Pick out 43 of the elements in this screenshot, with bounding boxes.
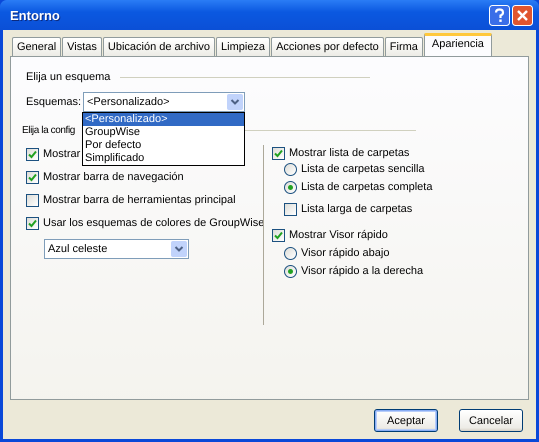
dropdown-option[interactable]: GroupWise — [83, 126, 244, 139]
ok-button[interactable]: Aceptar — [374, 409, 438, 432]
dropdown-option[interactable]: <Personalizado> — [83, 113, 244, 126]
field-label: Esquemas: — [26, 96, 82, 108]
tab[interactable]: Vistas — [62, 37, 102, 56]
checkbox-label: Mostrar lista de carpetas — [289, 147, 410, 159]
help-icon[interactable] — [489, 4, 510, 26]
checkbox-label: Lista larga de carpetas — [301, 203, 412, 215]
tab[interactable]: General — [12, 37, 62, 56]
close-icon[interactable] — [512, 4, 533, 26]
checkbox[interactable] — [26, 194, 39, 206]
radio-label: Lista de carpetas sencilla — [301, 163, 425, 175]
checkbox-label: Mostrar barra de navegación — [43, 171, 184, 183]
checkbox[interactable] — [272, 146, 285, 160]
radio-label: Visor rápido a la derecha — [301, 265, 424, 277]
radio-button[interactable] — [284, 264, 297, 278]
checkbox-label: Mostrar barra de herramientas principal — [43, 194, 236, 206]
dropdown-option[interactable]: Por defecto — [83, 139, 244, 152]
tab[interactable]: Ubicación de archivo — [102, 37, 216, 56]
radio-button[interactable] — [284, 162, 297, 176]
checkbox-label: Mostrar Visor rápido — [289, 229, 388, 241]
radio-label: Visor rápido abajo — [301, 247, 390, 259]
radio-button[interactable] — [284, 180, 297, 194]
scheme-dropdown[interactable]: <Personalizado> — [83, 92, 245, 112]
radio-button[interactable] — [284, 246, 297, 260]
cancel-button[interactable]: Cancelar — [459, 409, 523, 432]
tab[interactable]: Apariencia — [424, 33, 492, 57]
checkbox[interactable] — [26, 148, 39, 160]
checkbox[interactable] — [26, 170, 39, 184]
checkbox[interactable] — [284, 202, 297, 216]
tab[interactable]: Firma — [384, 37, 423, 56]
radio-label: Lista de carpetas completa — [301, 181, 432, 193]
tab[interactable]: Limpieza — [216, 37, 270, 56]
checkbox[interactable] — [272, 228, 285, 242]
group-heading: Elija la config — [22, 124, 75, 136]
group-heading: Elija un esquema — [26, 71, 110, 83]
checkbox[interactable] — [26, 216, 39, 230]
window-title: Entorno — [10, 8, 60, 22]
dropdown-option[interactable]: Simplificado — [83, 152, 244, 165]
checkbox-label: Usar los esquemas de colores de GroupWise — [43, 217, 264, 229]
tab[interactable]: Acciones por defecto — [271, 37, 384, 56]
checkbox-label: Mostrar — [43, 148, 80, 160]
color-scheme-dropdown[interactable]: Azul celeste — [44, 239, 189, 259]
